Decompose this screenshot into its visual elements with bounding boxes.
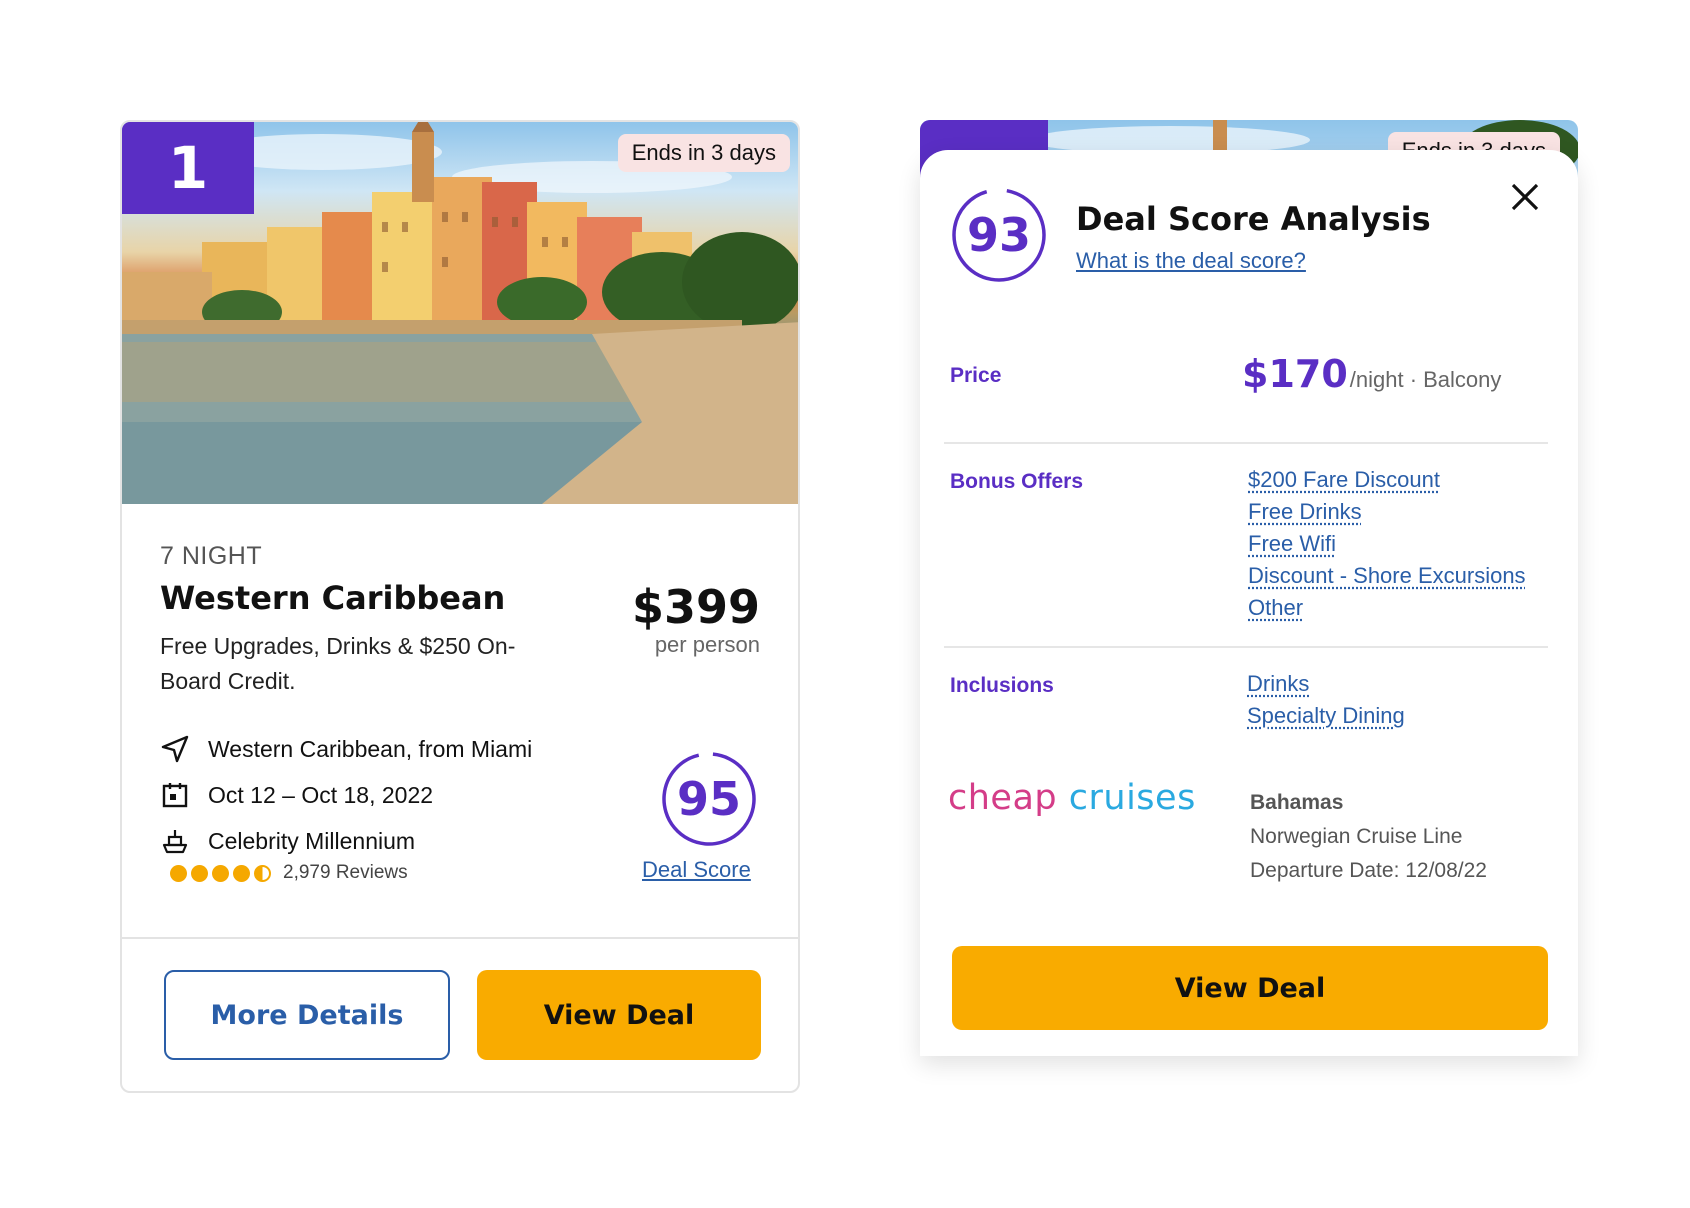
- cruise-line: Norwegian Cruise Line: [1250, 825, 1463, 848]
- destination-photo: 1 Ends in 3 days: [122, 122, 798, 504]
- rating-row: 2,979 Reviews: [170, 862, 408, 884]
- price-label: Price: [950, 364, 1002, 387]
- modal-view-deal-button[interactable]: View Deal: [952, 946, 1548, 1030]
- view-deal-button[interactable]: View Deal: [477, 970, 761, 1060]
- bonus-offer-link[interactable]: Free Wifi: [1248, 528, 1526, 560]
- dates-text: Oct 12 – Oct 18, 2022: [208, 781, 434, 808]
- bonus-offer-link[interactable]: $200 Fare Discount: [1248, 464, 1526, 496]
- close-icon[interactable]: [1508, 180, 1542, 214]
- divider: [944, 442, 1548, 444]
- provider-logo-part: cruises: [1068, 778, 1196, 818]
- cruise-length: 7 NIGHT: [160, 542, 263, 570]
- modal-score-ring: 93: [950, 186, 1048, 284]
- rank-badge: 1: [122, 122, 254, 214]
- departure-date: Departure Date: 12/08/22: [1250, 859, 1487, 882]
- divider: [944, 646, 1548, 648]
- price-unit: per person: [654, 632, 760, 657]
- itinerary-text: Western Caribbean, from Miami: [208, 735, 533, 762]
- itinerary-row: Western Caribbean, from Miami: [160, 734, 532, 764]
- modal-score-value: 93: [966, 208, 1031, 262]
- rating-dot-icon: [191, 864, 208, 882]
- modal-price-suffix: /night · Balcony: [1349, 367, 1502, 392]
- rating-dot-icon: [233, 864, 250, 882]
- cruise-perks: Free Upgrades, Drinks & $250 On-Board Cr…: [160, 633, 516, 694]
- what-is-deal-score-link[interactable]: What is the deal score?: [1076, 248, 1306, 274]
- provider-logo-part: cheap: [948, 778, 1058, 818]
- more-details-button[interactable]: More Details: [164, 970, 450, 1060]
- bonus-offer-link[interactable]: Free Drinks: [1248, 496, 1526, 528]
- price-value: $399: [631, 580, 760, 634]
- modal-price: $170 /night · Balcony: [1242, 352, 1501, 396]
- bonus-offer-link[interactable]: Other: [1248, 592, 1526, 624]
- rating-dot-icon: [170, 864, 187, 882]
- provider-logo: cheap cruises: [948, 778, 1196, 818]
- ship-name: Celebrity Millennium: [208, 827, 416, 854]
- deal-score-value: 95: [676, 772, 741, 826]
- modal-price-value: $170: [1242, 352, 1348, 396]
- review-count: 2,979 Reviews: [283, 862, 408, 883]
- inclusion-link[interactable]: Drinks: [1247, 668, 1405, 700]
- ship-icon: [160, 826, 190, 856]
- calendar-icon: [160, 780, 190, 810]
- bonus-offers-list: $200 Fare Discount Free Drinks Free Wifi…: [1248, 464, 1526, 624]
- inclusions-list: Drinks Specialty Dining: [1247, 668, 1405, 732]
- deal-score-link[interactable]: Deal Score: [642, 857, 751, 883]
- rating-dot-icon: [212, 864, 229, 882]
- modal-title: Deal Score Analysis: [1076, 200, 1431, 238]
- divider: [122, 937, 798, 939]
- dates-row: Oct 12 – Oct 18, 2022: [160, 780, 433, 810]
- cruise-deal-card: 1 Ends in 3 days 7 NIGHT Western Caribbe…: [120, 120, 800, 1093]
- deal-score-ring: 95: [660, 750, 758, 848]
- ship-row: Celebrity Millennium: [160, 826, 415, 856]
- bonus-offer-link[interactable]: Discount - Shore Excursions: [1248, 560, 1526, 592]
- inclusion-link[interactable]: Specialty Dining: [1247, 700, 1405, 732]
- deal-score-analysis-panel: 93 Deal Score Analysis What is the deal …: [920, 150, 1578, 1056]
- inclusions-label: Inclusions: [950, 674, 1054, 697]
- sailing-details: Bahamas Norwegian Cruise Line Departure …: [1250, 786, 1487, 888]
- ends-soon-badge: Ends in 3 days: [617, 134, 790, 172]
- bonus-offers-label: Bonus Offers: [950, 470, 1084, 493]
- navigation-arrow-icon: [160, 734, 190, 764]
- destination: Bahamas: [1250, 791, 1344, 814]
- price-block: $399 per person: [632, 580, 760, 658]
- rating-half-dot-icon: [254, 864, 271, 882]
